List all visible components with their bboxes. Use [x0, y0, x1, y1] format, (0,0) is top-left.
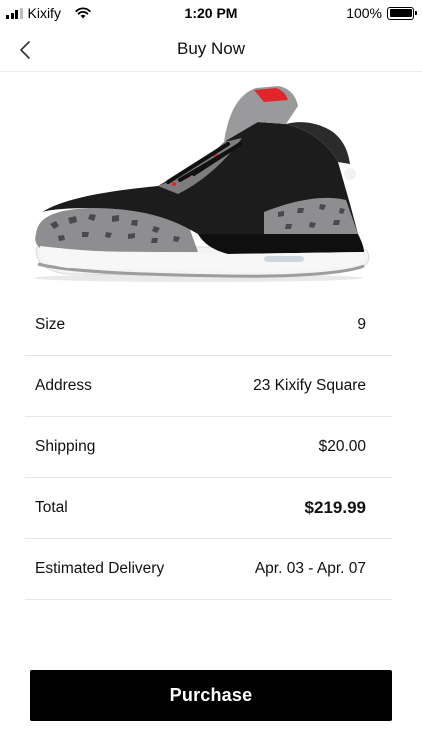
detail-label: Size [35, 316, 66, 333]
detail-row-delivery: Estimated Delivery Apr. 03 - Apr. 07 [25, 539, 392, 600]
battery-percent: 100% [346, 5, 382, 21]
detail-value: $20.00 [318, 438, 366, 455]
nav-bar: Buy Now [0, 28, 422, 72]
detail-label: Total [35, 499, 68, 516]
detail-row-total: Total $219.99 [25, 478, 392, 539]
status-bar: Kixify 1:20 PM 100% [0, 0, 422, 28]
purchase-button[interactable]: Purchase [30, 670, 392, 721]
sneaker-image [33, 86, 370, 282]
detail-label: Address [35, 377, 92, 394]
page-title: Buy Now [176, 39, 246, 58]
detail-value: Apr. 03 - Apr. 07 [254, 560, 366, 577]
detail-label: Shipping [35, 438, 96, 455]
detail-row-address: Address 23 Kixify Square [25, 356, 392, 417]
status-bar-right: 100% [346, 5, 417, 21]
detail-row-size: Size 9 [25, 295, 392, 356]
detail-value: 9 [357, 316, 366, 333]
order-details: Size 9 Address 23 Kixify Square Shipping… [25, 295, 392, 600]
detail-value: 23 Kixify Square [253, 377, 366, 394]
detail-label: Estimated Delivery [35, 560, 165, 577]
battery-icon [387, 6, 417, 20]
detail-row-shipping: Shipping $20.00 [25, 417, 392, 478]
total-value: $219.99 [304, 498, 366, 517]
